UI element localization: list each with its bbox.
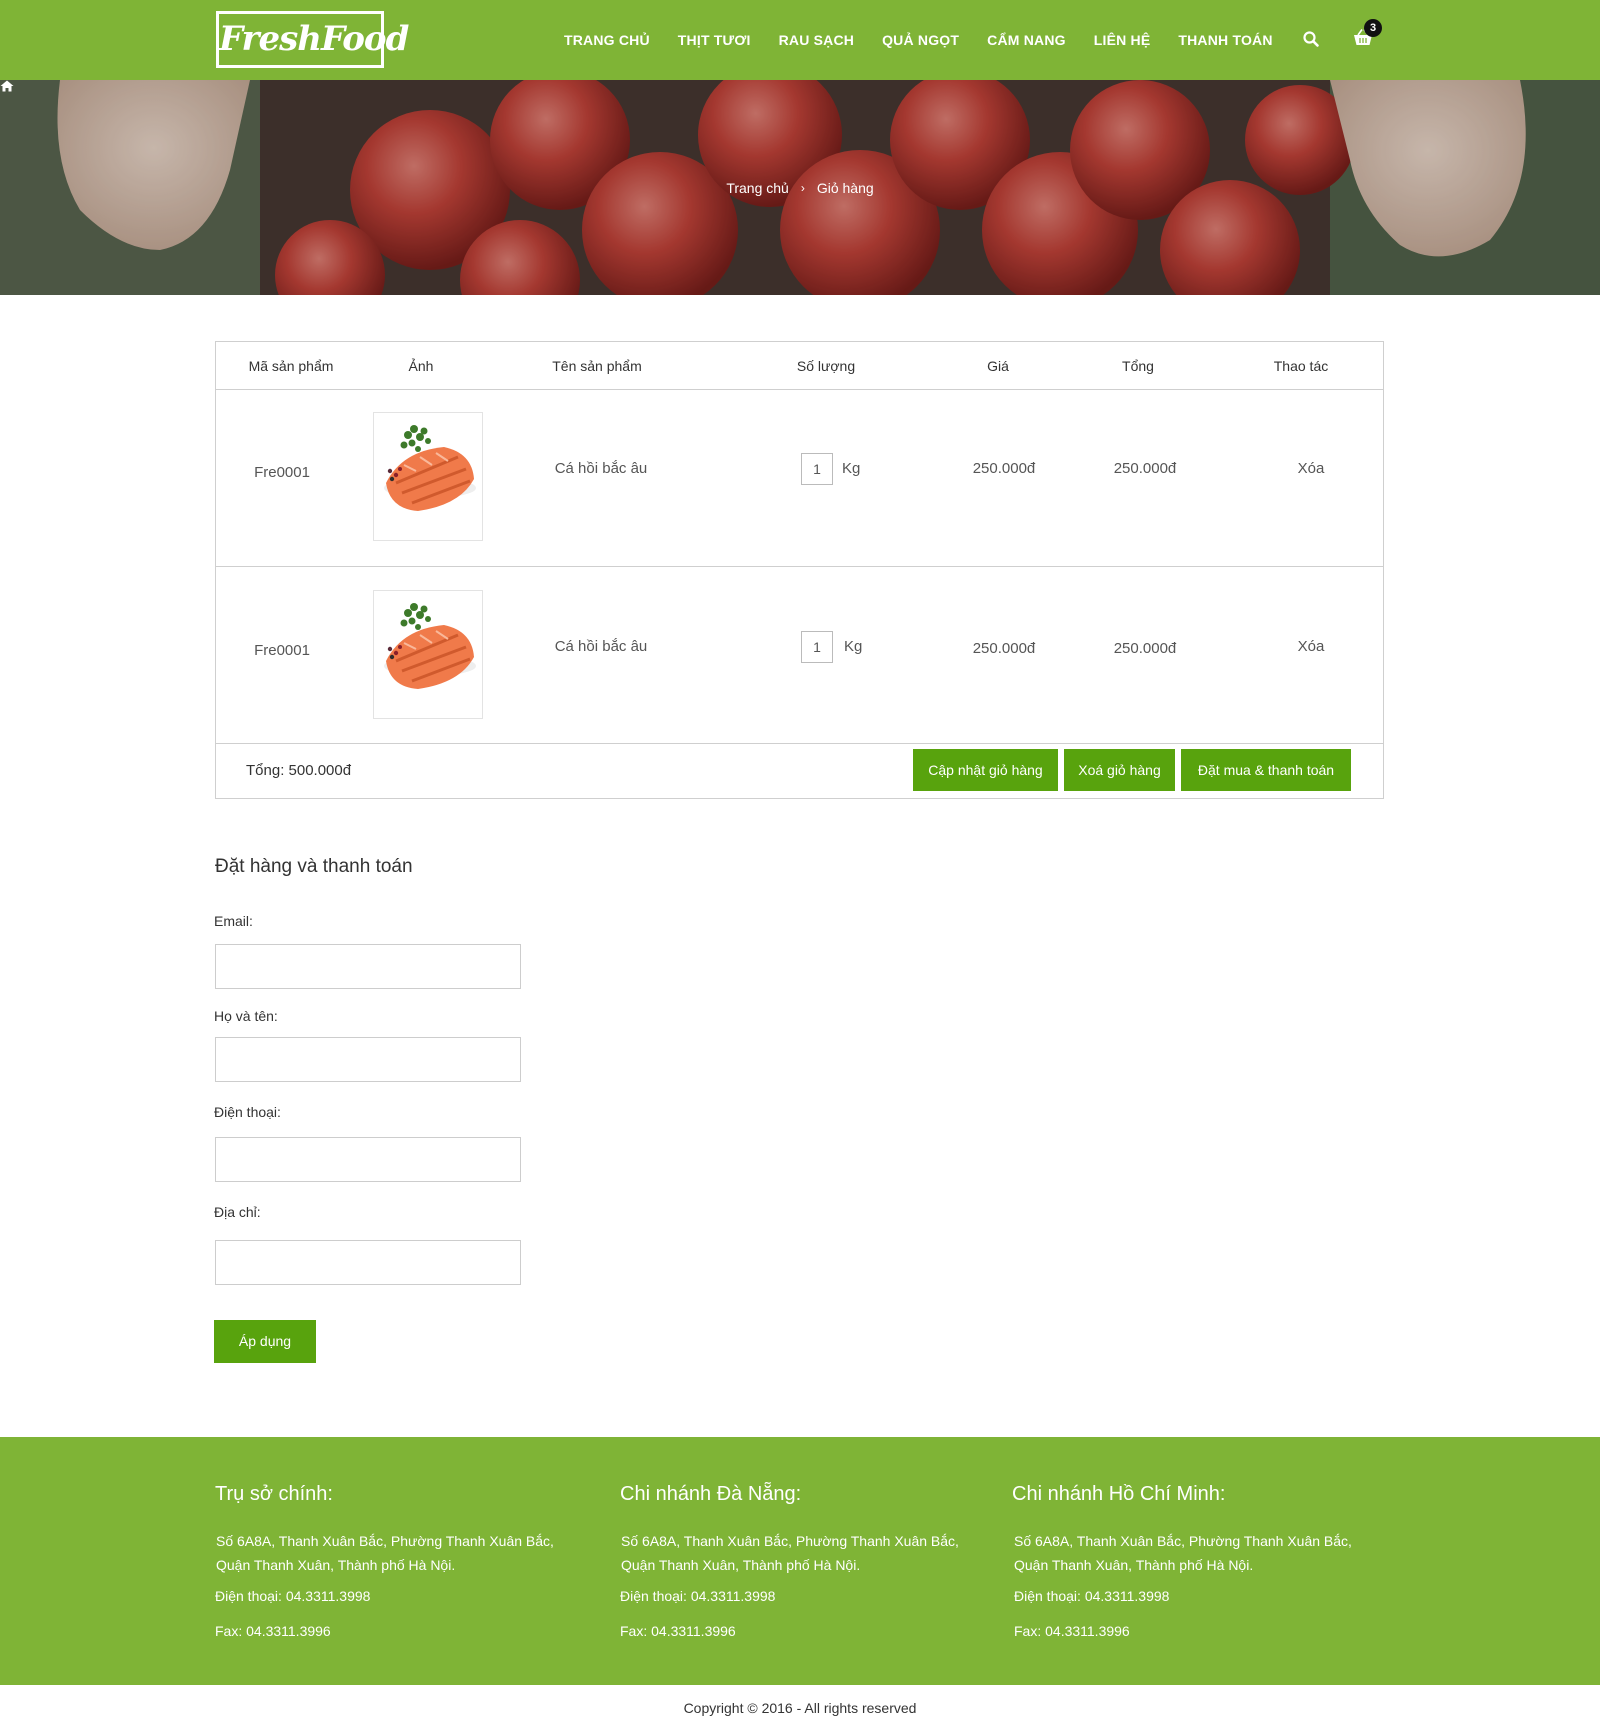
logo[interactable]: FreshFood <box>216 11 409 68</box>
cart-count-badge: 3 <box>1364 19 1382 37</box>
breadcrumb-home-link[interactable]: Trang chủ <box>726 180 789 196</box>
footer-fax: Fax: 04.3311.3996 <box>215 1623 331 1639</box>
footer-phone: Điện thoại: 04.3311.3998 <box>620 1588 776 1604</box>
cart-table: Mã sản phẩm Ảnh Tên sản phẩm Số lượng Gi… <box>215 341 1384 799</box>
product-name: Cá hồi bắc âu <box>554 460 648 477</box>
delete-link[interactable]: Xóa <box>1298 460 1325 477</box>
footer-address: Số 6A8A, Thanh Xuân Bắc, Phường Thanh Xu… <box>1014 1533 1352 1573</box>
address-label: Địa chỉ: <box>214 1204 261 1220</box>
product-price: 250.000đ <box>972 640 1036 657</box>
checkout-title: Đặt hàng và thanh toán <box>215 856 413 877</box>
quantity-unit: Kg <box>844 638 863 655</box>
cart-summary: Tổng: 500.000đ Cập nhật giỏ hàng Xoá giỏ… <box>216 742 1383 799</box>
name-label: Họ và tên: <box>214 1008 278 1024</box>
column-header-price: Giá <box>987 358 1009 374</box>
footer-fax: Fax: 04.3311.3996 <box>1014 1623 1130 1639</box>
quantity-input[interactable] <box>801 453 833 485</box>
quantity-input[interactable] <box>801 631 833 663</box>
footer-phone: Điện thoại: 04.3311.3998 <box>1014 1588 1170 1604</box>
phone-label: Điện thoại: <box>214 1104 281 1120</box>
update-cart-button[interactable]: Cập nhật giỏ hàng <box>913 749 1058 791</box>
site-footer: Trụ sở chính: Số 6A8A, Thanh Xuân Bắc, P… <box>0 1437 1600 1685</box>
footer-address: Số 6A8A, Thanh Xuân Bắc, Phường Thanh Xu… <box>216 1533 554 1573</box>
site-header: FreshFood TRANG CHỦ THỊT TƯƠI RAU SẠCH Q… <box>0 0 1600 80</box>
column-header-quantity: Số lượng <box>796 358 856 374</box>
product-image <box>373 590 483 719</box>
nav-link-thit-tuoi[interactable]: THỊT TƯƠI <box>678 32 751 48</box>
nav-link-qua-ngot[interactable]: QUẢ NGỌT <box>882 32 959 48</box>
product-total: 250.000đ <box>1113 460 1177 477</box>
product-image <box>373 412 483 541</box>
nav-link-lien-he[interactable]: LIÊN HỆ <box>1094 32 1151 48</box>
product-price: 250.000đ <box>972 460 1036 477</box>
product-name: Cá hồi bắc âu <box>554 638 648 655</box>
nav-link-thanh-toan[interactable]: THANH TOÁN <box>1178 32 1272 48</box>
footer-fax: Fax: 04.3311.3996 <box>620 1623 736 1639</box>
delete-link[interactable]: Xóa <box>1298 638 1325 655</box>
salmon-fillet-image <box>384 603 476 689</box>
footer-column-title: Trụ sở chính: <box>215 1483 333 1505</box>
table-row: Fre0001 Cá hồi bắc âu Kg 250.000đ 250.00… <box>216 567 1383 744</box>
breadcrumb-current: Giỏ hàng <box>816 179 874 196</box>
email-field[interactable] <box>215 944 521 989</box>
cart-total: Tổng: 500.000đ <box>246 762 352 779</box>
column-header-actions: Thao tác <box>1273 358 1329 374</box>
name-field[interactable] <box>215 1037 521 1082</box>
phone-field[interactable] <box>215 1137 521 1182</box>
nav-link-cam-nang[interactable]: CẨM NANG <box>987 32 1066 48</box>
quantity-unit: Kg <box>842 460 861 477</box>
product-total: 250.000đ <box>1113 640 1177 657</box>
nav-link-rau-sach[interactable]: RAU SẠCH <box>779 32 855 48</box>
column-header-name: Tên sản phẩm <box>552 358 642 374</box>
home-icon <box>0 80 14 92</box>
search-icon[interactable] <box>1302 30 1320 48</box>
footer-column-title: Chi nhánh Hồ Chí Minh: <box>1012 1483 1226 1505</box>
column-header-code: Mã sản phẩm <box>248 358 334 374</box>
column-header-total: Tổng <box>1122 358 1154 374</box>
apply-button[interactable]: Áp dụng <box>214 1320 316 1363</box>
column-header-image: Ảnh <box>408 358 434 374</box>
main-nav: TRANG CHỦ THỊT TƯƠI RAU SẠCH QUẢ NGỌT CẨ… <box>564 0 1273 80</box>
footer-address: Số 6A8A, Thanh Xuân Bắc, Phường Thanh Xu… <box>621 1533 959 1573</box>
address-field[interactable] <box>215 1240 521 1285</box>
clear-cart-button[interactable]: Xoá giỏ hàng <box>1064 749 1175 791</box>
breadcrumb-separator: › <box>800 180 805 195</box>
nav-link-trang-chu[interactable]: TRANG CHỦ <box>564 32 650 48</box>
salmon-fillet-image <box>384 425 476 511</box>
breadcrumb: Trang chủ › Giỏ hàng <box>0 80 1600 295</box>
footer-phone: Điện thoại: 04.3311.3998 <box>215 1588 371 1604</box>
product-code: Fre0001 <box>254 464 310 481</box>
page-banner: Trang chủ › Giỏ hàng <box>0 80 1600 295</box>
email-label: Email: <box>214 913 253 929</box>
cart-table-header: Mã sản phẩm Ảnh Tên sản phẩm Số lượng Gi… <box>216 342 1383 390</box>
copyright: Copyright © 2016 - All rights reserved <box>683 1700 917 1716</box>
product-code: Fre0001 <box>254 642 310 659</box>
footer-column-title: Chi nhánh Đà Nẵng: <box>620 1483 802 1505</box>
table-row: Fre0001 Cá hồi bắc âu Kg 250.000đ 250.00… <box>216 390 1383 567</box>
checkout-button[interactable]: Đặt mua & thanh toán <box>1181 749 1351 791</box>
